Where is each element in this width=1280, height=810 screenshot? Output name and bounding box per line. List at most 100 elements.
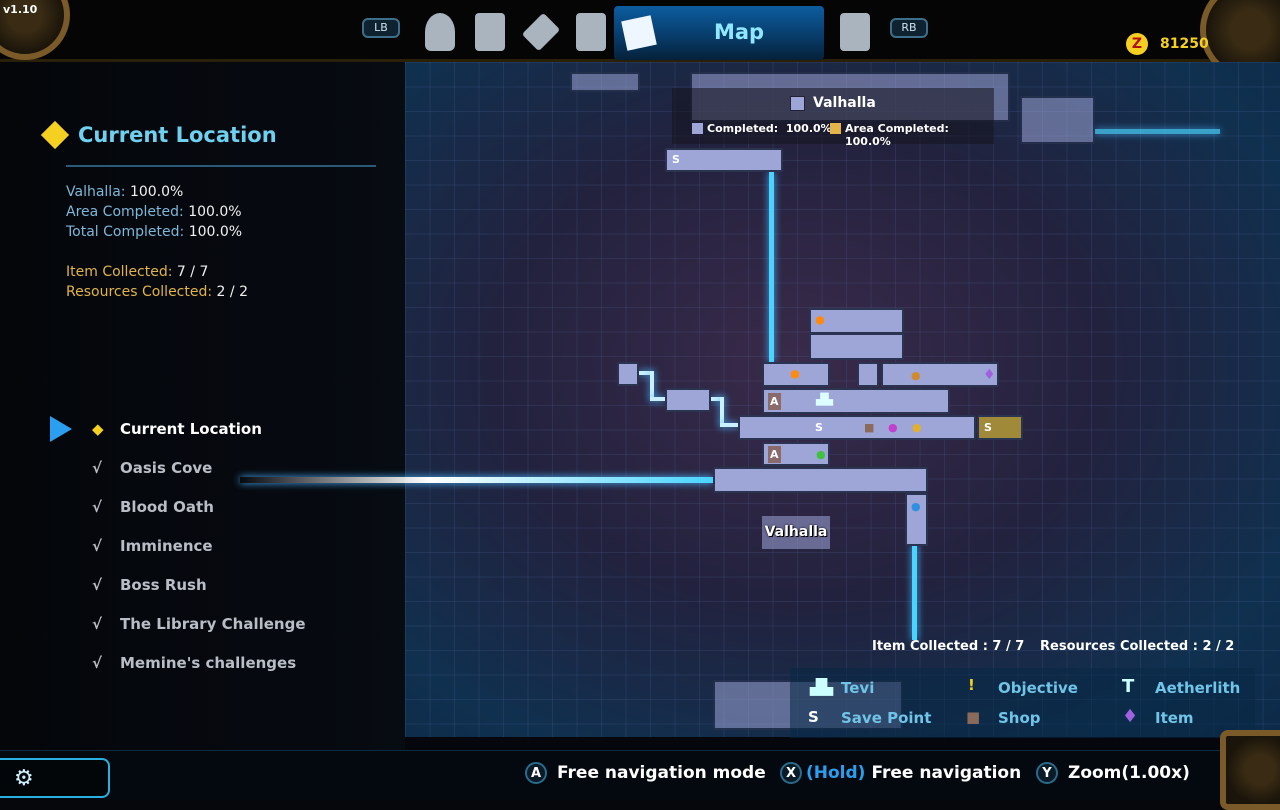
map-room: ⬢ (809, 308, 904, 334)
skills-icon[interactable] (475, 13, 505, 51)
currency-amount: 81250 (1160, 36, 1209, 52)
completed-value: 100.0% (785, 122, 832, 135)
lb-button[interactable]: LB (362, 18, 400, 38)
area-completed-swatch (830, 123, 841, 134)
hint-label: Free navigation mode (557, 763, 766, 783)
potion-icon: ● (816, 448, 826, 461)
hint-free-navigation[interactable]: X (Hold) Free navigation (780, 762, 1021, 784)
map-room: A ▟▙ (762, 388, 950, 414)
area-completed-label: Area Completed: (845, 122, 949, 135)
menu-item-boss-rush[interactable]: √ Boss Rush (92, 576, 207, 594)
legend-aetherlith: Aetherlith (1155, 679, 1241, 697)
x-button-icon: X (780, 762, 802, 784)
map-room (570, 72, 640, 92)
menu-item-imminence[interactable]: √ Imminence (92, 537, 213, 555)
menu-item-current-location[interactable]: ◆ Current Location (92, 420, 262, 438)
tevi-bunny-icon: ▟▙ (816, 393, 833, 406)
map-room: S ■ ● ● (738, 415, 976, 440)
hint-free-navigation-mode[interactable]: A Free navigation mode (525, 762, 766, 784)
diamond-icon: ◆ (92, 420, 104, 438)
menu-item-label: Current Location (120, 420, 262, 438)
a-button-icon: A (525, 762, 547, 784)
area-info-panel: Valhalla Completed: 100.0% Area Complete… (672, 88, 994, 148)
resources-collected-label: Resources Collected: (66, 284, 213, 300)
resources-collected-value: 2 / 2 (216, 284, 248, 300)
map-resources-collected: Resources Collected : 2 / 2 (1040, 639, 1235, 654)
check-icon: √ (92, 654, 103, 672)
gear-icon: ⚙ (14, 766, 34, 791)
item-crystal-icon: ♦ (983, 367, 996, 383)
shop-bag-icon: ■ (966, 708, 981, 726)
exclamation-icon: ! (968, 676, 975, 694)
check-icon: √ (92, 615, 103, 633)
save-point-icon: S (815, 421, 823, 434)
area-completed-value: 100.0% (188, 204, 242, 220)
menu-item-label: Memine's challenges (120, 654, 297, 672)
map-room: ⬢ (762, 362, 830, 387)
tevi-bunny-icon: ▟▙ (810, 678, 834, 696)
hint-label: Free navigation (871, 763, 1022, 783)
y-button-icon: Y (1036, 762, 1058, 784)
menu-item-label: The Library Challenge (120, 615, 306, 633)
zenny-coin-icon: Z (1126, 33, 1148, 55)
menu-item-blood-oath[interactable]: √ Blood Oath (92, 498, 214, 516)
menu-item-memines-challenges[interactable]: √ Memine's challenges (92, 654, 296, 672)
map-room: ● ♦ (881, 362, 999, 387)
item-collected-label: Item Collected: (66, 264, 173, 280)
orange-orb-icon: ⬢ (815, 314, 825, 327)
map-room (1020, 96, 1095, 144)
area-color-swatch (790, 96, 805, 111)
scroll-icon[interactable] (576, 13, 606, 51)
bestiary-book-icon[interactable] (840, 13, 870, 51)
total-completed-value: 100.0% (188, 224, 243, 240)
map-item-collected: Item Collected : 7 / 7 (872, 639, 1025, 654)
map-connector (912, 545, 917, 640)
rb-button[interactable]: RB (890, 18, 928, 38)
map-room (713, 467, 928, 493)
potion-icon: ● (912, 421, 922, 434)
version-label: v1.10 (3, 3, 38, 16)
area-completed-label: Area Completed: (66, 204, 184, 220)
wrench-icon[interactable] (521, 12, 561, 52)
legend-save-point: Save Point (841, 709, 932, 727)
potion-icon: ● (911, 500, 921, 513)
map-connector (650, 397, 665, 401)
map-connector (1095, 129, 1220, 134)
orange-orb-icon: ⬢ (790, 368, 800, 381)
map-room: A ● (762, 442, 830, 466)
completed-label: Completed: (707, 122, 779, 135)
panel-title: Current Location (78, 123, 277, 147)
settings-button[interactable]: ⚙ (0, 758, 110, 798)
resource-egg-icon: ● (911, 369, 921, 382)
map-connector (720, 423, 738, 427)
total-completed-label: Total Completed: (66, 224, 185, 240)
aetherlith-t-icon: T (1122, 676, 1135, 697)
tab-map-label: Map (713, 20, 765, 44)
legend-tevi: Tevi (841, 679, 875, 697)
menu-item-label: Imminence (120, 537, 213, 555)
potion-icon: ● (888, 421, 898, 434)
machinery-decoration-icon (1220, 730, 1280, 810)
profile-icon[interactable] (425, 13, 455, 51)
check-icon: √ (92, 459, 103, 477)
menu-item-oasis-cove[interactable]: √ Oasis Cove (92, 459, 212, 477)
completed-swatch (692, 123, 703, 134)
save-point-icon: S (984, 421, 992, 434)
area-name: Valhalla (813, 95, 876, 111)
map-room (809, 333, 904, 360)
area-label: Valhalla: (66, 184, 126, 200)
tab-map[interactable]: Map (614, 6, 824, 60)
menu-item-library-challenge[interactable]: √ The Library Challenge (92, 615, 306, 633)
map-connector (769, 172, 774, 362)
item-collected-value: 7 / 7 (176, 264, 209, 280)
area-value: 100.0% (129, 184, 184, 200)
check-icon: √ (92, 576, 103, 594)
map-room-save: S (977, 415, 1023, 440)
save-point-icon: S (808, 708, 819, 726)
map-room (665, 388, 711, 412)
check-icon: √ (92, 498, 103, 516)
hint-label: Zoom(1.00x) (1068, 763, 1190, 783)
hint-zoom[interactable]: Y Zoom(1.00x) (1036, 762, 1190, 784)
shop-bag-icon: ■ (864, 421, 875, 434)
map-connector (240, 477, 713, 483)
